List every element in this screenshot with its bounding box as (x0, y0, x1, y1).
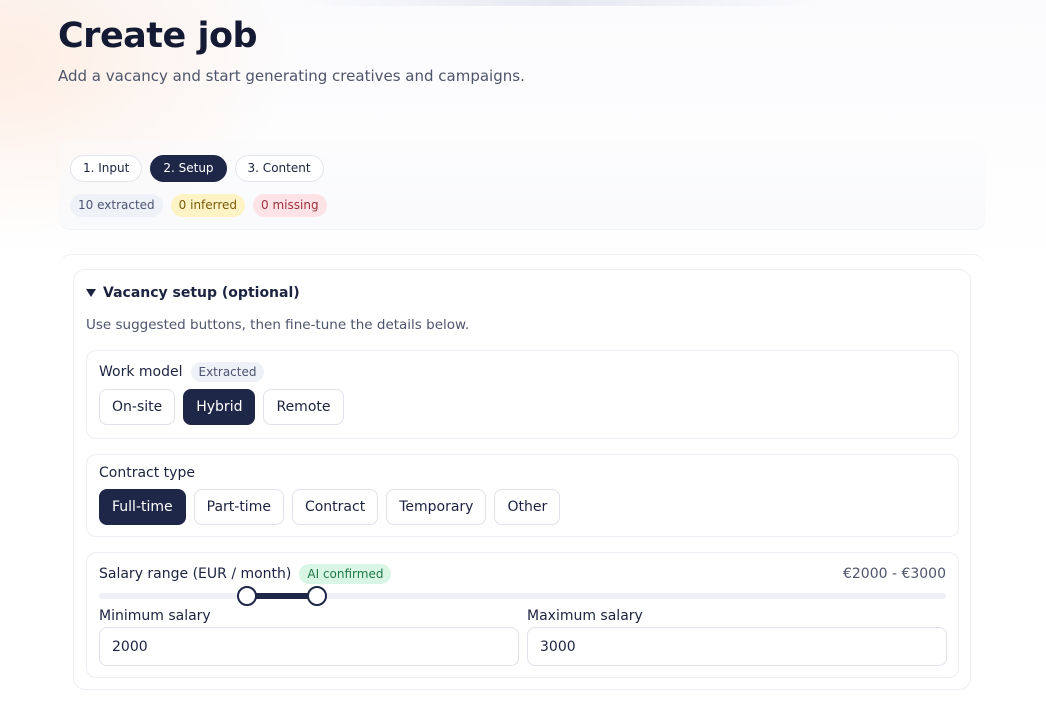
salary-slider-max-thumb[interactable] (306, 586, 327, 606)
work-model-hybrid-button[interactable]: Hybrid (183, 389, 256, 425)
salary-label-row: Salary range (EUR / month) AI confirmed (99, 564, 392, 584)
vacancy-setup-title: Vacancy setup (optional) (103, 285, 300, 301)
contract-type-label-row: Contract type (99, 465, 195, 481)
salary-ai-confirmed-tag: AI confirmed (299, 564, 392, 584)
work-model-section: Work model Extracted On-site Hybrid Remo… (86, 350, 959, 439)
min-salary-label: Minimum salary (99, 608, 211, 624)
max-salary-label: Maximum salary (527, 608, 643, 624)
extracted-count-badge: 10 extracted (70, 194, 163, 217)
contract-parttime-button[interactable]: Part-time (193, 489, 284, 525)
contract-type-options: Full-time Part-time Contract Temporary O… (99, 489, 561, 525)
work-model-remote-button[interactable]: Remote (263, 389, 344, 425)
contract-type-section: Contract type Full-time Part-time Contra… (86, 454, 959, 537)
inferred-count-badge: 0 inferred (170, 194, 246, 217)
work-model-label: Work model (99, 364, 183, 380)
salary-slider-min-thumb[interactable] (237, 586, 258, 606)
top-shade (300, 0, 820, 6)
step-content[interactable]: 3. Content (234, 155, 324, 182)
step-setup[interactable]: 2. Setup (150, 155, 227, 182)
page-subtitle: Add a vacancy and start generating creat… (58, 67, 525, 85)
salary-range-value: €2000 - €3000 (842, 566, 946, 582)
work-model-onsite-button[interactable]: On-site (99, 389, 176, 425)
extraction-badges: 10 extracted 0 inferred 0 missing (70, 194, 327, 217)
work-model-label-row: Work model Extracted (99, 362, 265, 382)
min-salary-input[interactable] (99, 627, 519, 666)
contract-contract-button[interactable]: Contract (291, 489, 379, 525)
vacancy-setup-help: Use suggested buttons, then fine-tune th… (86, 317, 470, 333)
contract-fulltime-button[interactable]: Full-time (99, 489, 186, 525)
steps-panel: 1. Input 2. Setup 3. Content 10 extracte… (58, 140, 986, 230)
work-model-options: On-site Hybrid Remote (99, 389, 344, 425)
vacancy-setup-card: Vacancy setup (optional) Use suggested b… (73, 269, 971, 690)
page-title: Create job (58, 16, 258, 56)
missing-count-badge: 0 missing (253, 194, 327, 217)
stepper: 1. Input 2. Setup 3. Content (70, 155, 324, 182)
salary-slider-track[interactable] (99, 586, 946, 606)
contract-type-label: Contract type (99, 465, 195, 481)
step-input[interactable]: 1. Input (70, 155, 143, 182)
vacancy-setup-toggle[interactable]: Vacancy setup (optional) (86, 285, 300, 301)
contract-temporary-button[interactable]: Temporary (386, 489, 487, 525)
salary-section: Salary range (EUR / month) AI confirmed … (86, 552, 959, 678)
salary-range-label: Salary range (EUR / month) (99, 566, 292, 582)
work-model-extracted-tag: Extracted (190, 362, 265, 382)
caret-down-icon (86, 289, 96, 297)
contract-other-button[interactable]: Other (494, 489, 561, 525)
max-salary-input[interactable] (527, 627, 947, 666)
